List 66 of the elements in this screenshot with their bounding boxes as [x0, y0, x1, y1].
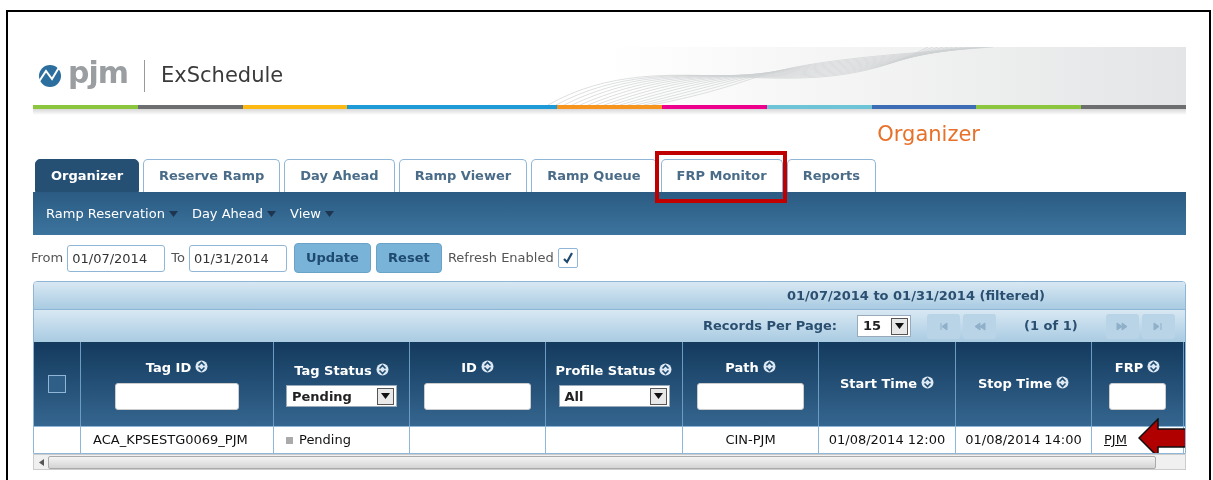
to-date-field[interactable]: 01/31/2014	[188, 244, 287, 272]
tab[interactable]: Reports	[786, 159, 877, 192]
sort-icon[interactable]	[1056, 376, 1069, 390]
column-header[interactable]: Path	[725, 358, 776, 378]
frp-link[interactable]: PJM	[1104, 430, 1127, 450]
column-header[interactable]: Start Time	[839, 374, 935, 394]
sort-icon[interactable]	[195, 360, 209, 374]
dropdown-field[interactable]: 15	[857, 315, 911, 337]
caret-icon	[168, 210, 178, 217]
caret-icon	[324, 210, 334, 217]
column-header[interactable]: FRP	[1114, 358, 1161, 378]
table-cell-text: 01/08/2014 12:00	[828, 431, 946, 450]
column-header[interactable]: ID	[461, 358, 494, 378]
dropdown-field[interactable]: All	[558, 385, 670, 408]
sort-icon[interactable]	[375, 362, 389, 376]
tab[interactable]: Ramp Viewer	[398, 159, 528, 192]
column-header[interactable]: Stop Time	[978, 374, 1069, 394]
sort-icon[interactable]	[659, 362, 673, 376]
tab[interactable]: Ramp Queue	[531, 159, 657, 192]
sort-icon[interactable]	[921, 376, 935, 390]
caret-icon	[653, 393, 663, 400]
update-button[interactable]: Update	[293, 243, 371, 273]
tab[interactable]: Day Ahead	[284, 159, 395, 192]
sort-icon[interactable]	[762, 360, 776, 374]
menu-item[interactable]: Day Ahead	[191, 203, 277, 224]
table-cell-text: 01/08/2014 14:00	[965, 431, 1082, 450]
menu-item[interactable]: Ramp Reservation	[46, 203, 178, 224]
scroll-left-icon[interactable]	[38, 458, 44, 466]
caret-icon	[381, 393, 390, 400]
app-title: ExSchedule	[161, 62, 284, 90]
from-date-field[interactable]: 01/07/2014	[67, 244, 166, 272]
table-cell-text: Pending	[299, 431, 351, 450]
refresh-checkbox[interactable]	[557, 248, 578, 268]
column-header[interactable]: Tag Status	[294, 360, 389, 381]
column-filter-field[interactable]	[1109, 382, 1166, 410]
from-label: From	[31, 249, 64, 268]
column-filter-field[interactable]	[697, 382, 804, 410]
tab[interactable]: Reserve Ramp	[143, 159, 281, 192]
to-label: To	[171, 249, 185, 268]
sort-icon[interactable]	[480, 360, 494, 374]
logo-text: pjm	[68, 58, 129, 88]
scrollbar-thumb[interactable]	[48, 455, 1156, 469]
caret-icon	[267, 210, 277, 217]
menu-item[interactable]: View	[290, 203, 334, 224]
column-header[interactable]: Tag ID	[145, 358, 209, 378]
page-indicator: (1 of 1)	[1024, 317, 1078, 336]
forward-icon	[1115, 319, 1130, 333]
sort-icon[interactable]	[1147, 360, 1161, 374]
tab[interactable]: FRP Monitor	[660, 159, 783, 192]
refresh-label: Refresh Enabled	[447, 249, 554, 268]
table-cell-text: ACA_KPSESTG0069_PJM	[93, 431, 248, 450]
dropdown-field[interactable]: Pending	[286, 385, 397, 408]
select-all-checkbox[interactable]	[48, 375, 66, 393]
column-filter-field[interactable]	[424, 382, 531, 410]
caret-icon	[895, 323, 904, 329]
records-per-page-label: Records Per Page:	[703, 317, 837, 336]
checkmark-icon	[561, 252, 574, 264]
status-square-icon	[286, 436, 293, 444]
rewind-icon	[972, 319, 987, 333]
table-caption: 01/07/2014 to 01/31/2014 (filtered)	[34, 282, 1185, 310]
column-filter-field[interactable]	[115, 382, 239, 410]
page-title: Organizer	[877, 121, 980, 148]
tab[interactable]: Organizer	[35, 159, 140, 192]
reset-button[interactable]: Reset	[375, 243, 442, 273]
table-cell-text: CIN-PJM	[725, 431, 776, 450]
column-header[interactable]: Profile Status	[555, 360, 673, 381]
